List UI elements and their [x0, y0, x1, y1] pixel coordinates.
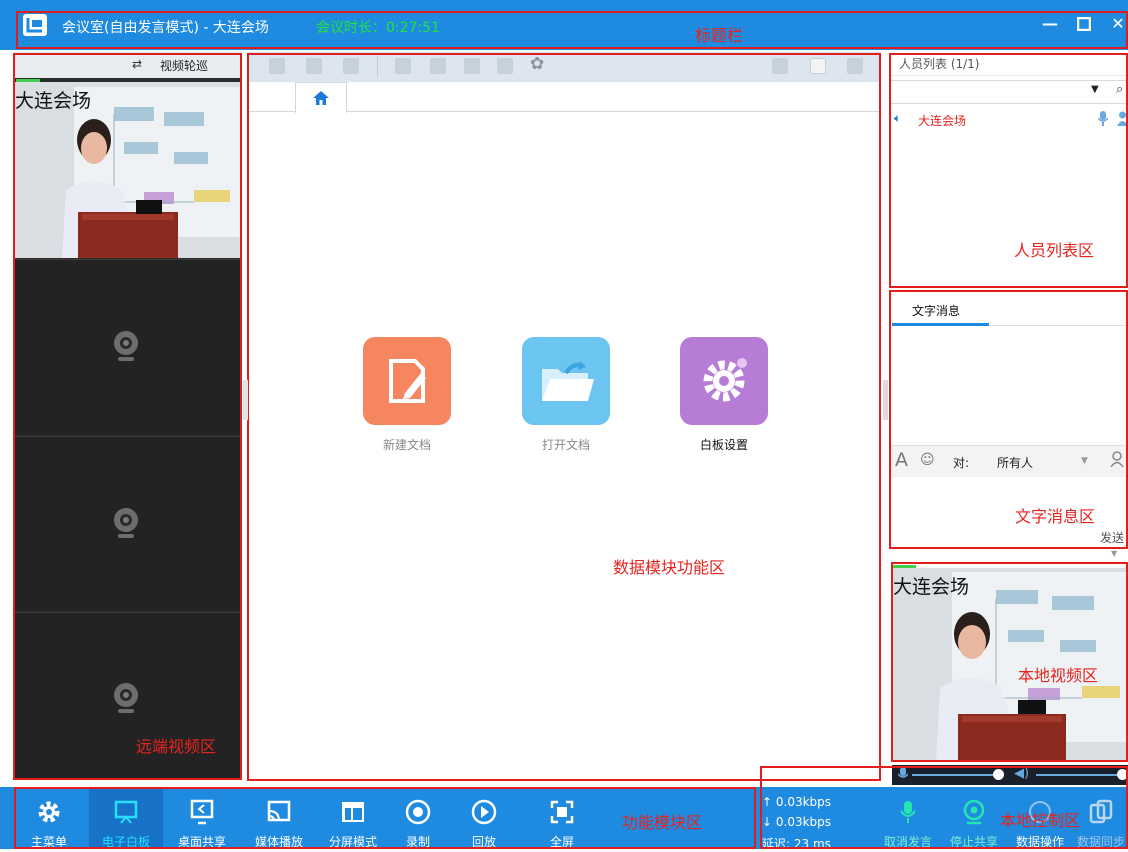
function-module-highlight [14, 787, 756, 849]
local-video-highlight [891, 562, 1128, 762]
right-splitter[interactable] [883, 380, 888, 420]
data-module-highlight [247, 53, 881, 781]
remote-video-highlight [13, 53, 242, 780]
chevron-down-icon[interactable]: ▼ [1111, 549, 1117, 558]
left-splitter[interactable] [243, 380, 248, 420]
message-highlight [889, 290, 1128, 549]
local-control-highlight [760, 766, 1128, 849]
people-list-highlight [889, 53, 1128, 288]
title-bar-highlight [16, 11, 1128, 49]
